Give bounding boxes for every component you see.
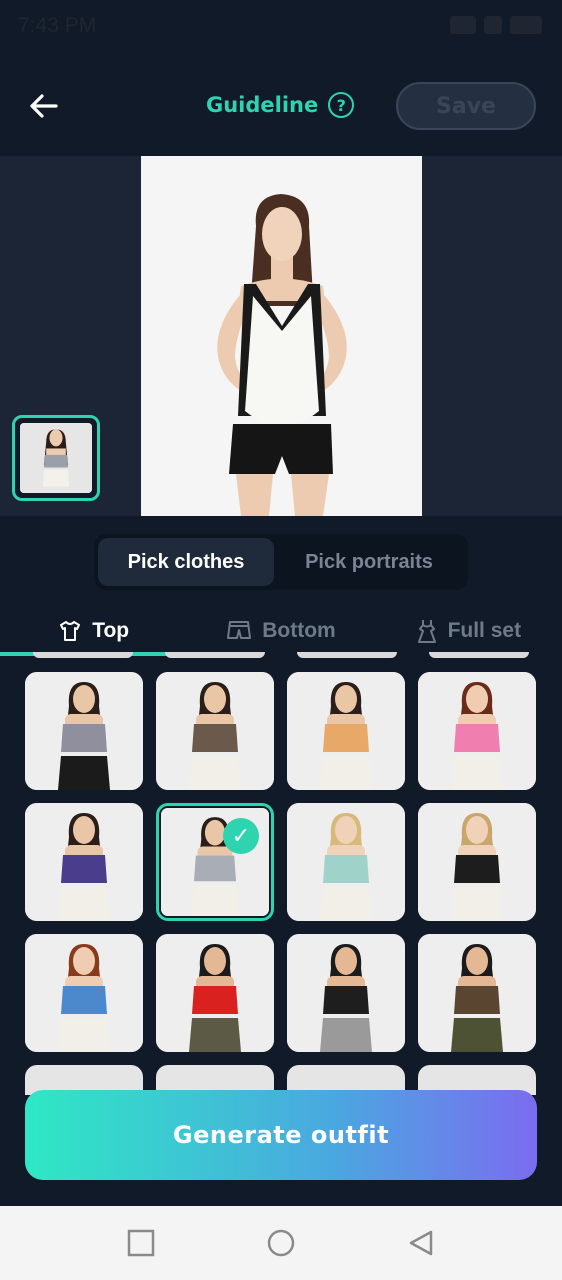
tab-bottom[interactable]: Bottom <box>187 606 374 656</box>
clothing-item[interactable] <box>418 803 536 921</box>
circle-icon <box>267 1229 295 1257</box>
clothing-item[interactable] <box>418 672 536 790</box>
model-photo <box>418 672 536 790</box>
clothing-item[interactable]: ✓ <box>156 803 274 921</box>
tab-bottom-label: Bottom <box>262 619 336 642</box>
clothing-item[interactable] <box>25 672 143 790</box>
selected-clothing-thumbnail[interactable] <box>12 415 100 501</box>
clothing-item[interactable] <box>156 934 274 1052</box>
check-icon: ✓ <box>223 818 259 854</box>
system-nav-bar <box>0 1206 562 1280</box>
model-photo <box>156 672 274 790</box>
clothing-item[interactable] <box>25 934 143 1052</box>
mode-segmented-control: Pick clothes Pick portraits <box>94 534 468 590</box>
tab-pick-portraits[interactable]: Pick portraits <box>274 538 464 586</box>
clothes-panel: Pick clothes Pick portraits Top Bottom F… <box>0 516 562 1206</box>
grid-peek-row <box>25 652 538 660</box>
sim-icon <box>484 16 502 34</box>
tab-full-set[interactable]: Full set <box>375 606 562 656</box>
preview-area <box>0 156 562 516</box>
model-photo <box>287 934 405 1052</box>
clothing-item[interactable] <box>156 672 274 790</box>
clothing-item[interactable] <box>287 672 405 790</box>
model-photo <box>25 803 143 921</box>
tab-top[interactable]: Top <box>0 606 187 656</box>
clothing-item[interactable] <box>25 803 143 921</box>
top-bar: Guideline ? Save <box>0 58 562 156</box>
shorts-icon <box>227 621 252 639</box>
generate-outfit-button[interactable]: Generate outfit <box>25 1090 537 1180</box>
model-photo <box>287 672 405 790</box>
home-button[interactable] <box>266 1228 296 1258</box>
arrow-left-icon <box>30 94 58 118</box>
clothing-item[interactable] <box>418 934 536 1052</box>
guideline-label: Guideline <box>206 93 319 117</box>
shirt-icon <box>60 621 81 641</box>
tab-full-set-label: Full set <box>447 619 522 642</box>
model-photo <box>156 934 274 1052</box>
save-button[interactable]: Save <box>396 82 536 130</box>
category-tabs: Top Bottom Full set <box>0 606 562 656</box>
model-photo <box>287 803 405 921</box>
back-nav-button[interactable] <box>406 1228 436 1258</box>
dress-icon <box>417 620 436 643</box>
model-photo <box>418 934 536 1052</box>
clothing-item[interactable] <box>287 803 405 921</box>
status-bar: 7:43 PM <box>0 0 562 58</box>
tab-pick-clothes[interactable]: Pick clothes <box>98 538 274 586</box>
preview-photo <box>141 156 422 516</box>
help-icon: ? <box>328 92 355 118</box>
wifi-icon <box>450 16 476 34</box>
square-icon <box>127 1229 155 1257</box>
status-time: 7:43 PM <box>18 14 97 37</box>
triangle-back-icon <box>409 1230 433 1256</box>
model-photo <box>25 672 143 790</box>
recents-button[interactable] <box>126 1228 156 1258</box>
battery-icon <box>510 16 542 34</box>
clothing-item[interactable] <box>287 934 405 1052</box>
model-photo <box>25 934 143 1052</box>
guideline-link[interactable]: Guideline ? <box>206 92 355 118</box>
tab-top-label: Top <box>92 619 130 642</box>
back-button[interactable] <box>26 88 62 124</box>
status-icons <box>450 16 542 34</box>
model-photo <box>418 803 536 921</box>
